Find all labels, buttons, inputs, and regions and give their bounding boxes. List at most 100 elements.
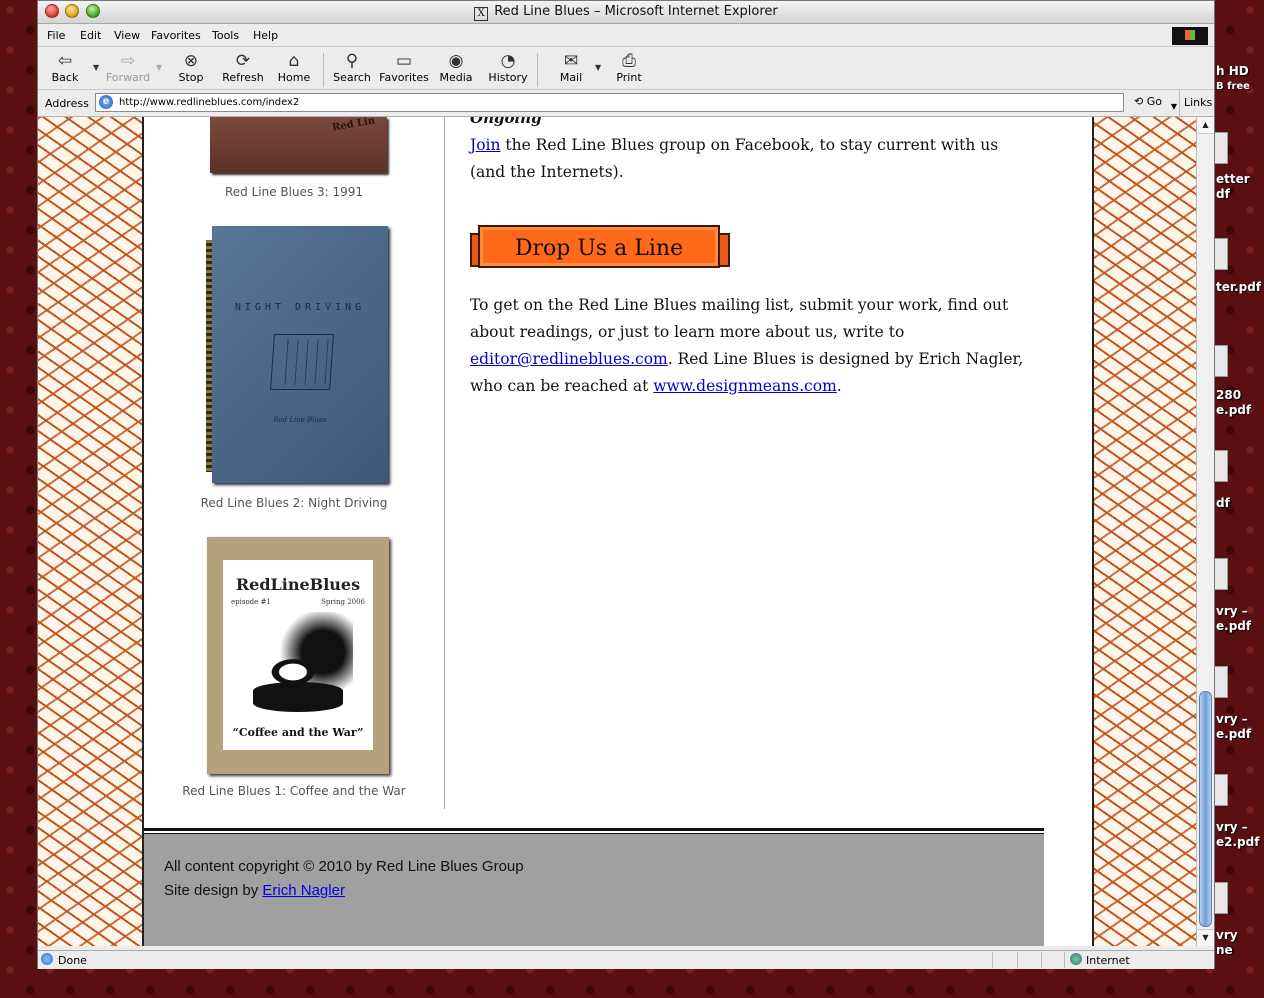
desktop-label[interactable]: df: [1216, 496, 1230, 510]
cover-binding: [206, 240, 212, 472]
address-input[interactable]: e http://www.redlineblues.com/index2 ▼: [95, 93, 1177, 112]
desktop-label: B free: [1216, 81, 1250, 92]
join-link[interactable]: Join: [470, 136, 501, 154]
desktop-label[interactable]: vry –: [1216, 604, 1248, 618]
file-icon[interactable]: [1214, 882, 1228, 914]
site-design-credit: Site design by Erich Nagler: [164, 882, 345, 899]
cover-brand: RedLineBlues: [235, 575, 361, 594]
address-bar: Address e http://www.redlineblues.com/in…: [38, 90, 1214, 117]
media-label: Media: [439, 71, 473, 84]
cover-image-rlb1[interactable]: RedLineBlues episode #1 Spring 2006 “Cof…: [207, 537, 389, 774]
desktop-label[interactable]: e.pdf: [1216, 619, 1251, 633]
desktop-label[interactable]: e2.pdf: [1216, 835, 1259, 849]
cover-season: Spring 2006: [321, 598, 365, 606]
favorites-button[interactable]: ▭ Favorites: [379, 51, 429, 84]
address-label: Address: [45, 97, 89, 110]
desktop-label[interactable]: ne: [1216, 943, 1233, 957]
back-dropdown-icon[interactable]: ▼: [93, 63, 99, 72]
desktop-label[interactable]: 280: [1216, 388, 1241, 402]
cover-subtitle: “Coffee and the War”: [232, 726, 364, 739]
page-viewport[interactable]: Red Lin Red Line Blues 3: 1991 NIGHT DRI…: [38, 117, 1196, 946]
go-arrow-icon: ⟲: [1134, 95, 1147, 108]
scroll-thumb[interactable]: [1199, 691, 1212, 927]
desktop-label[interactable]: ter.pdf: [1216, 280, 1261, 294]
cover-text: Red Lin: [331, 117, 376, 134]
desktop-label[interactable]: vry –: [1216, 820, 1248, 834]
address-url[interactable]: http://www.redlineblues.com/index2: [119, 97, 299, 108]
status-bar: Done Internet: [38, 950, 1214, 969]
menu-bar: File Edit View Favorites Tools Help: [38, 24, 1214, 47]
menu-edit[interactable]: Edit: [80, 29, 101, 42]
home-button[interactable]: ⌂ Home: [269, 51, 319, 84]
file-icon[interactable]: [1214, 450, 1228, 482]
back-label: Back: [51, 71, 79, 84]
cover-image-rlb3[interactable]: Red Lin: [210, 117, 387, 173]
menu-help[interactable]: Help: [253, 29, 278, 42]
desktop-label[interactable]: h HD: [1216, 64, 1249, 78]
status-cell: [1041, 952, 1042, 968]
media-button[interactable]: ◉ Media: [431, 51, 481, 84]
search-label: Search: [333, 71, 371, 84]
menu-favorites[interactable]: Favorites: [151, 29, 201, 42]
toolbar-separator: [323, 53, 324, 87]
media-icon: ◉: [448, 51, 464, 71]
file-icon[interactable]: [1214, 666, 1228, 698]
search-icon: ⚲: [345, 51, 359, 71]
copyright-text: All content copyright © 2010 by Red Line…: [164, 858, 524, 875]
mail-dropdown-icon[interactable]: ▼: [595, 63, 601, 72]
ie-status-icon: [41, 953, 53, 965]
desktop-label[interactable]: e.pdf: [1216, 727, 1251, 741]
history-icon: ◔: [500, 51, 516, 71]
file-icon[interactable]: [1214, 132, 1228, 164]
desktop-label[interactable]: e.pdf: [1216, 403, 1251, 417]
favorites-label: Favorites: [379, 71, 429, 84]
links-button[interactable]: Links: [1179, 90, 1212, 116]
go-button[interactable]: ⟲ Go: [1134, 95, 1162, 108]
forward-arrow-icon: ⇨: [120, 51, 136, 71]
email-link[interactable]: editor@redlineblues.com: [470, 350, 668, 368]
mail-label: Mail: [559, 71, 583, 84]
menu-view[interactable]: View: [114, 29, 140, 42]
cover-image-rlb2[interactable]: NIGHT DRIVING Red Line Blues: [206, 226, 388, 483]
status-cell: [1064, 952, 1065, 968]
cover-small-text: Red Line Blues: [273, 416, 327, 424]
scroll-down-icon[interactable]: ▼: [1197, 929, 1214, 946]
refresh-icon: ⟳: [235, 51, 251, 71]
forward-button[interactable]: ⇨ Forward: [103, 51, 153, 84]
favorites-folder-icon: ▭: [395, 51, 413, 71]
scroll-up-icon[interactable]: ▲: [1197, 117, 1214, 134]
cover-title: NIGHT DRIVING: [234, 302, 366, 313]
desktop-label[interactable]: vry –: [1216, 712, 1248, 726]
history-label: History: [488, 71, 528, 84]
menu-tools[interactable]: Tools: [212, 29, 239, 42]
designer-site-link[interactable]: www.designmeans.com: [653, 377, 837, 395]
history-button[interactable]: ◔ History: [483, 51, 533, 84]
facebook-paragraph: Join the Red Line Blues group on Faceboo…: [470, 132, 1025, 186]
file-icon[interactable]: [1214, 558, 1228, 590]
desktop-label[interactable]: vry: [1216, 928, 1238, 942]
search-button[interactable]: ⚲ Search: [327, 51, 377, 84]
mail-button[interactable]: ✉ Mail: [546, 51, 596, 84]
vertical-scrollbar[interactable]: ▲ ▼: [1196, 117, 1214, 946]
mail-icon: ✉: [563, 51, 579, 71]
back-arrow-icon: ⇦: [57, 51, 73, 71]
designer-link[interactable]: Erich Nagler: [262, 882, 345, 899]
banner-label: Drop Us a Line: [514, 236, 684, 261]
desktop-label[interactable]: etter: [1216, 172, 1250, 186]
stop-button[interactable]: ⊗ Stop: [166, 51, 216, 84]
drop-us-a-line-banner: Drop Us a Line: [470, 223, 730, 272]
map-illustration-icon: [270, 334, 334, 390]
print-button[interactable]: ⎙ Print: [604, 51, 654, 84]
forward-dropdown-icon[interactable]: ▼: [156, 63, 162, 72]
go-label: Go: [1146, 95, 1162, 108]
file-icon[interactable]: [1214, 238, 1228, 270]
desktop-label[interactable]: df: [1216, 187, 1230, 201]
title-bar[interactable]: X Red Line Blues – Microsoft Internet Exp…: [38, 1, 1214, 24]
contact-paragraph: To get on the Red Line Blues mailing lis…: [470, 292, 1025, 400]
file-icon[interactable]: [1214, 774, 1228, 806]
menu-file[interactable]: File: [47, 29, 65, 42]
back-button[interactable]: ⇦ Back: [40, 51, 90, 84]
refresh-button[interactable]: ⟳ Refresh: [218, 51, 268, 84]
file-icon[interactable]: [1214, 345, 1228, 377]
home-label: Home: [277, 71, 311, 84]
